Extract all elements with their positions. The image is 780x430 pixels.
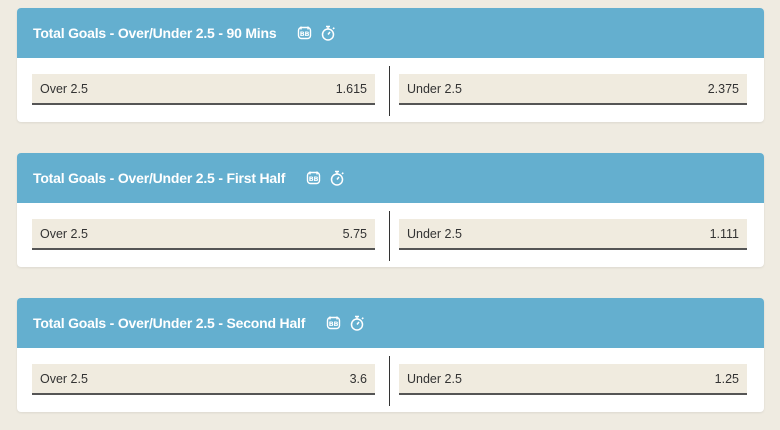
build-bet-icon: BB (325, 314, 343, 332)
selection-label: Under 2.5 (407, 81, 462, 96)
build-bet-icon: BB (305, 169, 323, 187)
divider (389, 356, 390, 406)
market-title: Total Goals - Over/Under 2.5 - Second Ha… (33, 315, 306, 331)
selection-under[interactable]: Under 2.5 1.25 (399, 364, 747, 395)
divider (389, 211, 390, 261)
market-icons: BB (325, 314, 365, 332)
market-selections: Over 2.5 5.75 Under 2.5 1.111 (17, 203, 764, 267)
selection-label: Under 2.5 (407, 226, 462, 241)
selection-odds: 1.25 (714, 371, 739, 386)
svg-text:BB: BB (329, 320, 339, 328)
stopwatch-icon (320, 24, 336, 42)
market-card: Total Goals - Over/Under 2.5 - Second Ha… (17, 298, 764, 412)
market-header[interactable]: Total Goals - Over/Under 2.5 - 90 Mins B… (17, 8, 764, 58)
build-bet-icon: BB (296, 24, 314, 42)
stopwatch-icon (349, 314, 365, 332)
selection-under[interactable]: Under 2.5 1.111 (399, 219, 747, 250)
market-selections: Over 2.5 3.6 Under 2.5 1.25 (17, 348, 764, 412)
selection-odds: 3.6 (349, 371, 367, 386)
market-title: Total Goals - Over/Under 2.5 - 90 Mins (33, 25, 277, 41)
divider (389, 66, 390, 116)
selection-label: Over 2.5 (40, 371, 88, 386)
market-selections: Over 2.5 1.615 Under 2.5 2.375 (17, 58, 764, 122)
market-title: Total Goals - Over/Under 2.5 - First Hal… (33, 170, 286, 186)
market-icons: BB (296, 24, 336, 42)
selection-odds: 2.375 (707, 81, 739, 96)
selection-odds: 5.75 (342, 226, 367, 241)
selection-over[interactable]: Over 2.5 3.6 (32, 364, 375, 395)
selection-under[interactable]: Under 2.5 2.375 (399, 74, 747, 105)
market-card: Total Goals - Over/Under 2.5 - 90 Mins B… (17, 8, 764, 122)
svg-text:BB: BB (309, 175, 319, 183)
selection-over[interactable]: Over 2.5 5.75 (32, 219, 375, 250)
svg-text:BB: BB (300, 30, 310, 38)
market-header[interactable]: Total Goals - Over/Under 2.5 - Second Ha… (17, 298, 764, 348)
selection-label: Under 2.5 (407, 371, 462, 386)
stopwatch-icon (329, 169, 345, 187)
selection-label: Over 2.5 (40, 226, 88, 241)
selection-over[interactable]: Over 2.5 1.615 (32, 74, 375, 105)
market-card: Total Goals - Over/Under 2.5 - First Hal… (17, 153, 764, 267)
market-header[interactable]: Total Goals - Over/Under 2.5 - First Hal… (17, 153, 764, 203)
selection-odds: 1.615 (335, 81, 367, 96)
market-icons: BB (305, 169, 345, 187)
selection-label: Over 2.5 (40, 81, 88, 96)
selection-odds: 1.111 (709, 226, 739, 241)
